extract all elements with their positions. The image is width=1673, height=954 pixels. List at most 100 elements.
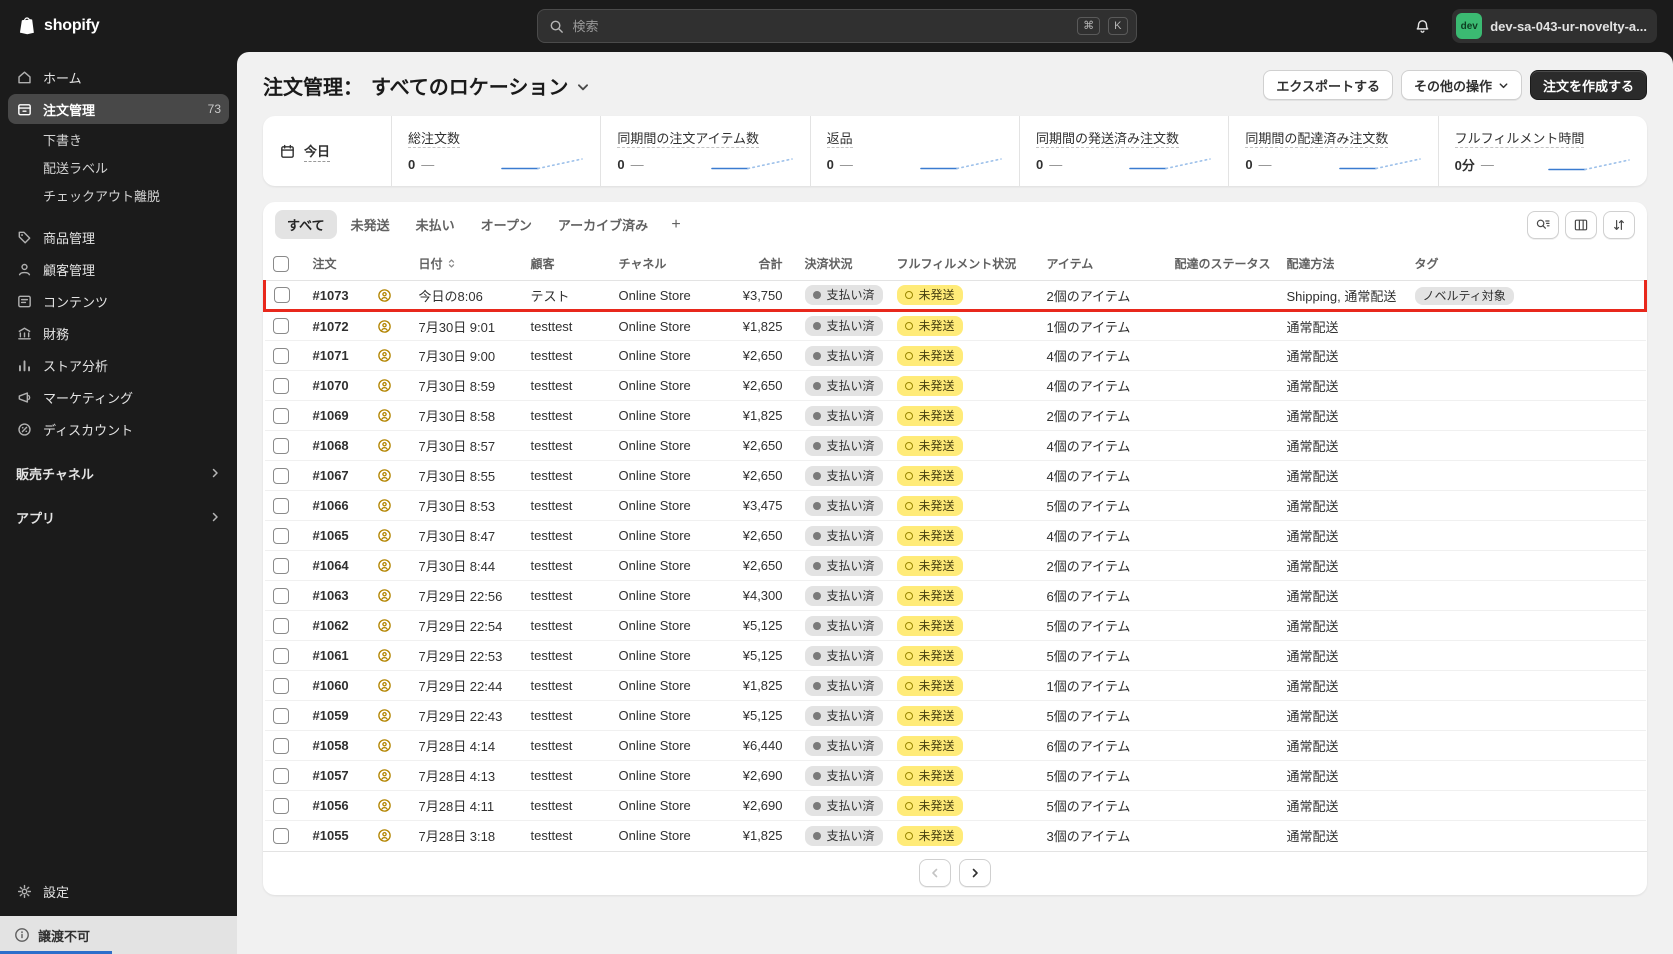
row-checkbox[interactable] [272, 377, 289, 394]
col-total[interactable]: 合計 [718, 247, 797, 281]
order-number[interactable]: #1060 [313, 678, 349, 693]
col-items[interactable]: アイテム [1038, 247, 1167, 281]
table-row[interactable]: #1066 7月30日 8:53 testtest Online Store ¥… [264, 490, 1646, 521]
order-number[interactable]: #1065 [313, 528, 349, 543]
search-input[interactable] [572, 18, 1070, 34]
row-checkbox[interactable] [272, 617, 289, 634]
order-number[interactable]: #1056 [313, 798, 349, 813]
metric-delivered-orders[interactable]: 同期間の配達済み注文数 0— [1228, 116, 1437, 186]
sidebar-item-discounts[interactable]: ディスカウント [8, 414, 229, 444]
account-menu[interactable]: dev dev-sa-043-ur-novelty-a... [1452, 9, 1657, 43]
col-order[interactable]: 注文 [304, 247, 369, 281]
row-checkbox[interactable] [272, 557, 289, 574]
tab-unpaid[interactable]: 未払い [404, 210, 467, 239]
col-shipping[interactable]: 配達方法 [1278, 247, 1407, 281]
order-number[interactable]: #1061 [313, 648, 349, 663]
col-tags[interactable]: タグ [1406, 247, 1646, 281]
order-number[interactable]: #1071 [313, 348, 349, 363]
table-row[interactable]: #1068 7月30日 8:57 testtest Online Store ¥… [264, 430, 1646, 461]
table-row[interactable]: #1057 7月28日 4:13 testtest Online Store ¥… [264, 760, 1646, 791]
sidebar-item-home[interactable]: ホーム [8, 62, 229, 92]
order-number[interactable]: #1069 [313, 408, 349, 423]
sidebar-item-abandoned-checkouts[interactable]: チェックアウト離脱 [8, 182, 229, 208]
global-search[interactable]: ⌘ K [536, 9, 1137, 43]
tab-all[interactable]: すべて [275, 210, 337, 239]
row-checkbox[interactable] [272, 797, 289, 814]
metric-fulfillment-time[interactable]: フルフィルメント時間 0分 — [1437, 116, 1647, 186]
sidebar-item-customers[interactable]: 顧客管理 [8, 254, 229, 284]
order-number[interactable]: #1055 [313, 828, 349, 843]
next-page-button[interactable] [959, 859, 991, 887]
order-number[interactable]: #1068 [313, 438, 349, 453]
col-channel[interactable]: チャネル [610, 247, 719, 281]
shopify-logo[interactable]: shopify [16, 15, 100, 37]
more-actions-button[interactable]: その他の操作 [1400, 70, 1522, 100]
table-row[interactable]: #1069 7月30日 8:58 testtest Online Store ¥… [264, 400, 1646, 431]
table-row[interactable]: #1063 7月29日 22:56 testtest Online Store … [264, 580, 1646, 611]
col-delivery-status[interactable]: 配達のステータス [1166, 247, 1279, 281]
col-fulfillment[interactable]: フルフィルメント状況 [888, 247, 1039, 281]
create-order-button[interactable]: 注文を作成する [1529, 70, 1647, 100]
columns-button[interactable] [1565, 210, 1597, 239]
order-number[interactable]: #1063 [313, 588, 349, 603]
table-row[interactable]: #1070 7月30日 8:59 testtest Online Store ¥… [264, 370, 1646, 401]
col-customer[interactable]: 顧客 [522, 247, 611, 281]
row-checkbox[interactable] [272, 407, 289, 424]
location-selector[interactable]: すべてのロケーション [371, 71, 590, 100]
table-row[interactable]: #1061 7月29日 22:53 testtest Online Store … [264, 640, 1646, 671]
sidebar-item-orders[interactable]: 注文管理 73 [8, 94, 229, 124]
row-checkbox[interactable] [272, 828, 289, 845]
sidebar-item-shipping-labels[interactable]: 配送ラベル [8, 154, 229, 180]
metric-fulfilled-orders[interactable]: 同期間の発送済み注文数 0— [1018, 116, 1228, 186]
table-row[interactable]: #1064 7月30日 8:44 testtest Online Store ¥… [264, 550, 1646, 581]
row-checkbox[interactable] [272, 347, 289, 364]
search-filter-button[interactable] [1527, 210, 1559, 239]
tab-archived[interactable]: アーカイブ済み [546, 210, 660, 239]
row-checkbox[interactable] [272, 318, 289, 335]
metric-returns[interactable]: 返品 0— [809, 116, 1019, 186]
sidebar-item-marketing[interactable]: マーケティング [8, 382, 229, 412]
sidebar-section-sales-channels[interactable]: 販売チャネル [8, 458, 229, 488]
table-row[interactable]: #1058 7月28日 4:14 testtest Online Store ¥… [264, 730, 1646, 761]
sidebar-item-drafts[interactable]: 下書き [8, 126, 229, 152]
col-payment[interactable]: 決済状況 [796, 247, 889, 281]
table-row[interactable]: #1071 7月30日 9:00 testtest Online Store ¥… [264, 340, 1646, 371]
order-number[interactable]: #1070 [313, 378, 349, 393]
row-checkbox[interactable] [272, 437, 289, 454]
transfer-status-banner[interactable]: 譲渡不可 [0, 916, 237, 954]
table-row[interactable]: #1056 7月28日 4:11 testtest Online Store ¥… [264, 790, 1646, 821]
row-checkbox[interactable] [272, 497, 289, 514]
export-button[interactable]: エクスポートする [1263, 70, 1393, 100]
order-number[interactable]: #1067 [313, 468, 349, 483]
sidebar-item-analytics[interactable]: ストア分析 [8, 350, 229, 380]
order-number[interactable]: #1058 [313, 738, 349, 753]
table-row[interactable]: #1060 7月29日 22:44 testtest Online Store … [264, 670, 1646, 701]
order-number[interactable]: #1073 [313, 288, 349, 303]
row-checkbox[interactable] [272, 527, 289, 544]
order-number[interactable]: #1072 [313, 319, 349, 334]
order-number[interactable]: #1066 [313, 498, 349, 513]
row-checkbox[interactable] [272, 677, 289, 694]
sidebar-item-settings[interactable]: 設定 [8, 876, 229, 906]
prev-page-button[interactable] [919, 859, 951, 887]
tab-unfulfilled[interactable]: 未発送 [339, 210, 402, 239]
sidebar-section-apps[interactable]: アプリ [8, 502, 229, 532]
table-row[interactable]: #1065 7月30日 8:47 testtest Online Store ¥… [264, 520, 1646, 551]
order-number[interactable]: #1057 [313, 768, 349, 783]
row-checkbox[interactable] [272, 707, 289, 724]
date-range-selector[interactable]: 今日 [263, 116, 391, 186]
tab-open[interactable]: オープン [469, 210, 544, 239]
row-checkbox[interactable] [272, 587, 289, 604]
table-row[interactable]: #1059 7月29日 22:43 testtest Online Store … [264, 700, 1646, 731]
table-row[interactable]: #1062 7月29日 22:54 testtest Online Store … [264, 610, 1646, 641]
row-checkbox[interactable] [272, 737, 289, 754]
sidebar-item-products[interactable]: 商品管理 [8, 222, 229, 252]
sort-button[interactable] [1603, 210, 1635, 239]
col-date[interactable]: 日付 [410, 247, 523, 281]
table-row[interactable]: #1067 7月30日 8:55 testtest Online Store ¥… [264, 460, 1646, 491]
row-checkbox[interactable] [272, 467, 289, 484]
table-row[interactable]: #1055 7月28日 3:18 testtest Online Store ¥… [264, 820, 1646, 851]
row-checkbox[interactable] [274, 287, 290, 304]
select-all-checkbox[interactable] [272, 255, 289, 272]
metric-total-orders[interactable]: 総注文数 0— [391, 116, 600, 186]
